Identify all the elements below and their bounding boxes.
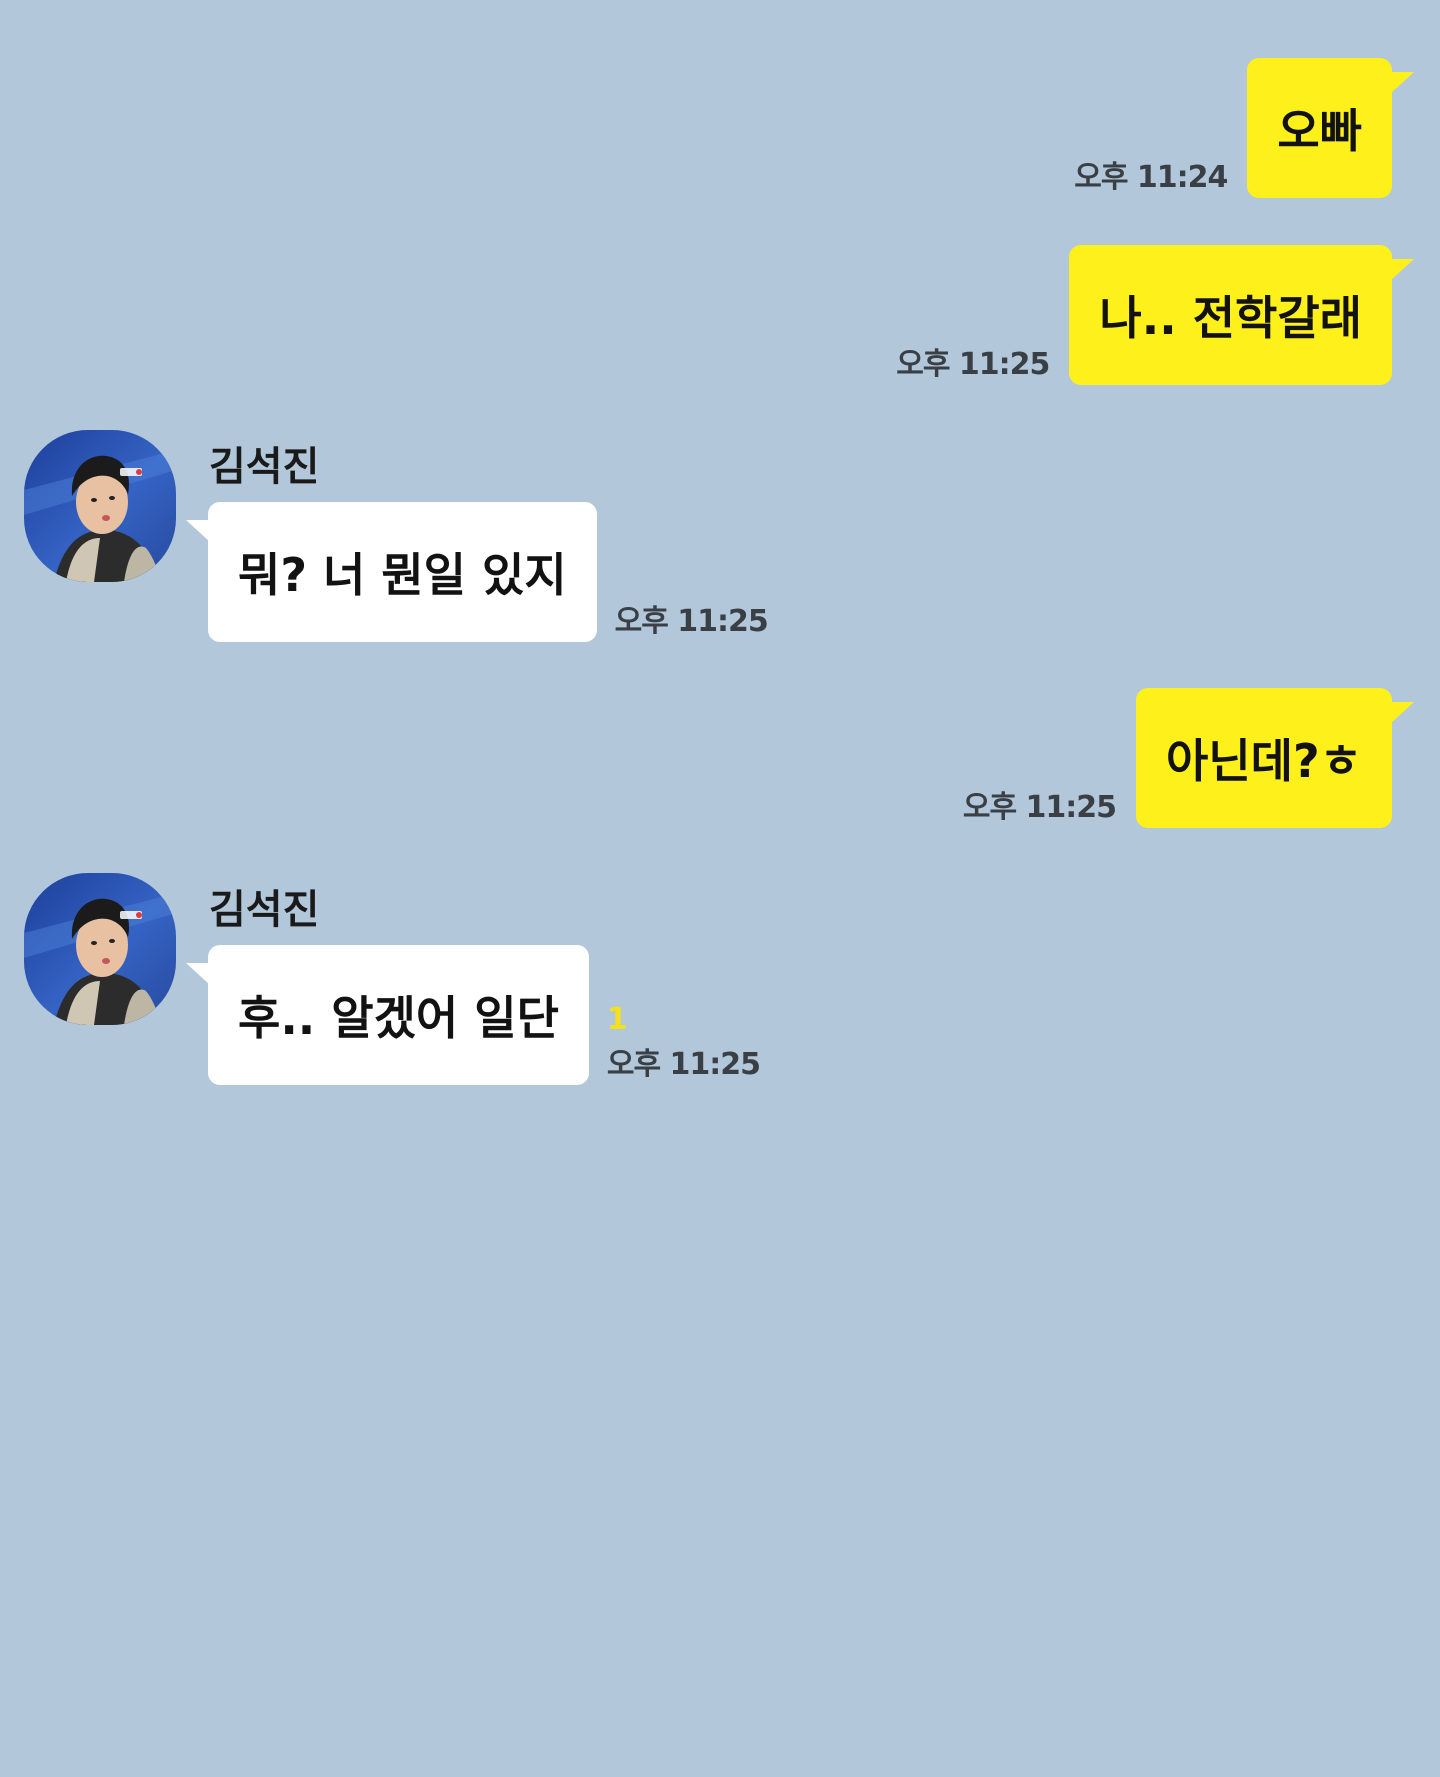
- message-incoming[interactable]: 김석진 뭐? 너 뭔일 있지 오후 11:25: [24, 430, 784, 650]
- message-incoming[interactable]: 김석진 후.. 알겠어 일단 1 오후 11:25: [24, 873, 784, 1093]
- profile-photo-icon: [24, 873, 176, 1025]
- message-bubble[interactable]: 아닌데?ㅎ: [1136, 688, 1414, 828]
- message-bubble[interactable]: 오빠: [1247, 58, 1414, 198]
- chat-area[interactable]: 오후 11:24 오빠 오후 11:25 나.. 전학갈래 김석진 뭐? 너 뭔…: [0, 0, 1440, 1777]
- message-meta: 오후 11:25: [896, 339, 1050, 383]
- avatar[interactable]: [24, 430, 176, 582]
- message-outgoing[interactable]: 오후 11:25 나.. 전학갈래: [896, 245, 1414, 385]
- message-meta: 오후 11:25: [614, 596, 769, 640]
- avatar[interactable]: [24, 873, 176, 1025]
- message-row: 후.. 알겠어 일단 1 오후 11:25: [186, 945, 761, 1085]
- sender-name: 김석진: [209, 444, 320, 490]
- message-outgoing[interactable]: 오후 11:25 아닌데?ㅎ: [962, 688, 1414, 828]
- message-time: 오후 11:25: [614, 604, 769, 639]
- profile-photo-icon: [24, 430, 176, 582]
- message-bubble[interactable]: 후.. 알겠어 일단: [186, 945, 589, 1085]
- message-time: 오후 11:24: [1074, 160, 1228, 195]
- message-time: 오후 11:25: [606, 1047, 761, 1082]
- message-meta: 오후 11:25: [962, 782, 1117, 826]
- message-meta: 1 오후 11:25: [606, 1002, 761, 1083]
- message-meta: 오후 11:24: [1074, 152, 1228, 196]
- message-bubble[interactable]: 뭐? 너 뭔일 있지: [186, 502, 597, 642]
- message-time: 오후 11:25: [896, 347, 1050, 382]
- message-row: 뭐? 너 뭔일 있지 오후 11:25: [186, 502, 769, 642]
- message-outgoing[interactable]: 오후 11:24 오빠: [1074, 58, 1414, 198]
- unread-count: 1: [606, 1002, 628, 1037]
- message-bubble[interactable]: 나.. 전학갈래: [1069, 245, 1414, 385]
- sender-name: 김석진: [209, 887, 320, 933]
- message-time: 오후 11:25: [962, 790, 1117, 825]
